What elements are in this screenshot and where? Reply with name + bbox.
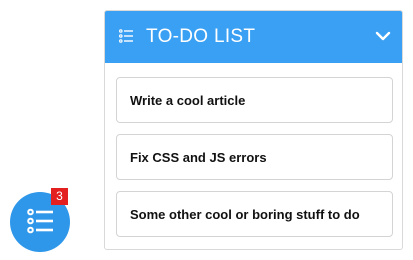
todo-item[interactable]: Fix CSS and JS errors <box>116 134 393 180</box>
chevron-down-icon[interactable] <box>374 28 392 44</box>
list-icon <box>119 29 133 43</box>
notification-badge: 3 <box>51 188 68 205</box>
todo-panel: TO-DO LIST Write a cool article Fix CSS … <box>104 10 403 250</box>
todo-item[interactable]: Some other cool or boring stuff to do <box>116 191 393 237</box>
panel-header: TO-DO LIST <box>105 11 402 63</box>
todo-items: Write a cool article Fix CSS and JS erro… <box>116 77 393 248</box>
panel-title: TO-DO LIST <box>146 26 256 47</box>
todo-item[interactable]: Write a cool article <box>116 77 393 123</box>
list-icon <box>27 208 53 234</box>
